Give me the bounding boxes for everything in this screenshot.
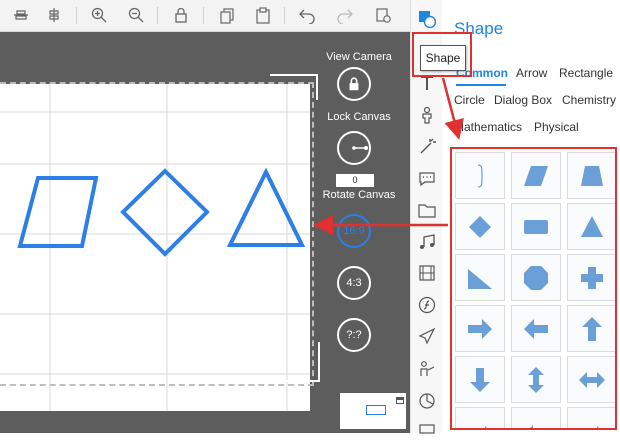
ratio-custom-button[interactable]: ?:? (337, 318, 371, 352)
folder-icon[interactable] (418, 201, 436, 219)
shape-tile-arrow-partial-2[interactable] (511, 407, 561, 428)
music-icon[interactable] (418, 233, 436, 251)
shape-tile-trapezoid[interactable] (567, 152, 615, 199)
active-category-underline (456, 84, 506, 86)
rotate-dial[interactable] (337, 131, 371, 165)
shape-tile-arrow-up-down[interactable] (511, 356, 561, 403)
copy-icon[interactable] (218, 6, 236, 24)
arrow-left-right-shape-icon (579, 371, 605, 388)
toolbar-separator (157, 7, 158, 24)
arrow-right-shape-icon (468, 318, 492, 339)
category-chemistry[interactable]: Chemistry (562, 93, 616, 107)
octagon-shape-icon (524, 265, 548, 290)
character-tool-icon[interactable] (418, 106, 436, 124)
shape-tile-right-triangle[interactable] (455, 254, 505, 301)
lock-canvas-label: Lock Canvas (327, 111, 391, 123)
category-circle[interactable]: Circle (454, 93, 485, 107)
cross-shape-icon (581, 266, 603, 289)
shape-tile-arrow-left-right[interactable] (567, 356, 615, 403)
shape-tile-arrow-partial-3[interactable] (567, 407, 615, 428)
film-icon[interactable] (418, 264, 436, 282)
formula-icon[interactable] (418, 296, 436, 314)
zoom-out-icon[interactable] (127, 6, 145, 24)
arrow-up-down-shape-icon (528, 366, 544, 393)
rectangle-shape-icon (524, 219, 548, 234)
arrow-partial-2-shape-icon (529, 424, 533, 428)
ratio-16-9-button[interactable]: 16:9 (337, 214, 371, 248)
preview-thumbnail (366, 405, 386, 415)
undo-icon[interactable] (298, 6, 316, 24)
ratio-4-3-button[interactable]: 4:3 (337, 266, 371, 300)
trapezoid-shape-icon (581, 165, 603, 186)
right-triangle-shape-icon (468, 268, 492, 289)
toolbar-separator (76, 7, 77, 24)
category-arrow[interactable]: Arrow (516, 66, 547, 80)
shape-tile-bracket[interactable] (455, 152, 505, 199)
arrow-partial-1-shape-icon (485, 425, 488, 428)
maximize-icon[interactable] (396, 397, 404, 404)
pie-chart-icon[interactable] (418, 392, 436, 410)
shape-tile-arrow-partial-1[interactable] (455, 407, 505, 428)
category-mathematics[interactable]: Mathematics (454, 120, 522, 134)
airplane-icon[interactable] (418, 327, 436, 345)
rotate-canvas-label: Rotate Canvas (322, 189, 396, 201)
shape-tool-icon[interactable] (418, 10, 436, 28)
align-vertical-icon[interactable] (45, 6, 63, 24)
toolbar-separator (203, 7, 204, 24)
align-horizontal-icon[interactable] (12, 6, 30, 24)
more-tools-icon[interactable] (418, 422, 436, 440)
bracket-shape-icon (477, 163, 483, 188)
canvas-area[interactable]: View Camera Lock Canvas 0 Rotate Canvas … (0, 32, 410, 433)
shape-tile-cross[interactable] (567, 254, 615, 301)
diamond-shape-icon (469, 215, 491, 238)
shape-tile-triangle[interactable] (567, 203, 615, 250)
parallelogram-shape[interactable] (17, 176, 99, 248)
shape-tile-parallelogram[interactable] (511, 152, 561, 199)
lock-icon[interactable] (172, 6, 190, 24)
canvas-grid (0, 84, 310, 411)
category-rectangle[interactable]: Rectangle (559, 66, 613, 80)
frame-corner-bottom-right (272, 342, 320, 382)
category-dialog-box[interactable]: Dialog Box (494, 93, 552, 107)
parallelogram-shape-icon (524, 165, 548, 186)
speech-bubble-icon[interactable] (418, 170, 436, 188)
diamond-shape[interactable] (120, 168, 210, 257)
view-camera-label: View Camera (326, 51, 392, 63)
shape-tile-arrow-left[interactable] (511, 305, 561, 352)
shape-tile-rectangle[interactable] (511, 203, 561, 250)
triangle-shape-icon (581, 215, 603, 237)
arrow-partial-3-shape-icon (597, 425, 600, 428)
shape-library-grid (450, 147, 617, 430)
canvas-paper[interactable] (0, 84, 310, 411)
shape-tile-arrow-down[interactable] (455, 356, 505, 403)
settings-icon[interactable] (374, 6, 392, 24)
arrow-down-shape-icon (470, 367, 490, 392)
toolbar-separator (284, 7, 285, 24)
shape-tile-arrow-up[interactable] (567, 305, 615, 352)
arrow-up-shape-icon (582, 316, 602, 341)
rotate-value-input[interactable]: 0 (336, 174, 374, 187)
shape-tile-diamond[interactable] (455, 203, 505, 250)
magic-wand-icon[interactable] (418, 137, 436, 155)
person-pointer-icon[interactable] (418, 360, 436, 378)
toolbar (0, 0, 410, 32)
shape-tile-arrow-right[interactable] (455, 305, 505, 352)
redo-icon[interactable] (336, 6, 354, 24)
shape-tile-octagon[interactable] (511, 254, 561, 301)
lock-canvas-button[interactable] (337, 67, 371, 101)
category-physical[interactable]: Physical (534, 120, 579, 134)
lock-icon (349, 77, 359, 91)
arrow-left-shape-icon (524, 318, 548, 339)
zoom-in-icon[interactable] (90, 6, 108, 24)
frame-corner-top-right (270, 74, 318, 100)
rotate-dial-icon (352, 146, 368, 150)
paste-icon[interactable] (254, 6, 272, 24)
mini-preview[interactable] (340, 393, 406, 429)
shape-tooltip: Shape (420, 45, 466, 71)
